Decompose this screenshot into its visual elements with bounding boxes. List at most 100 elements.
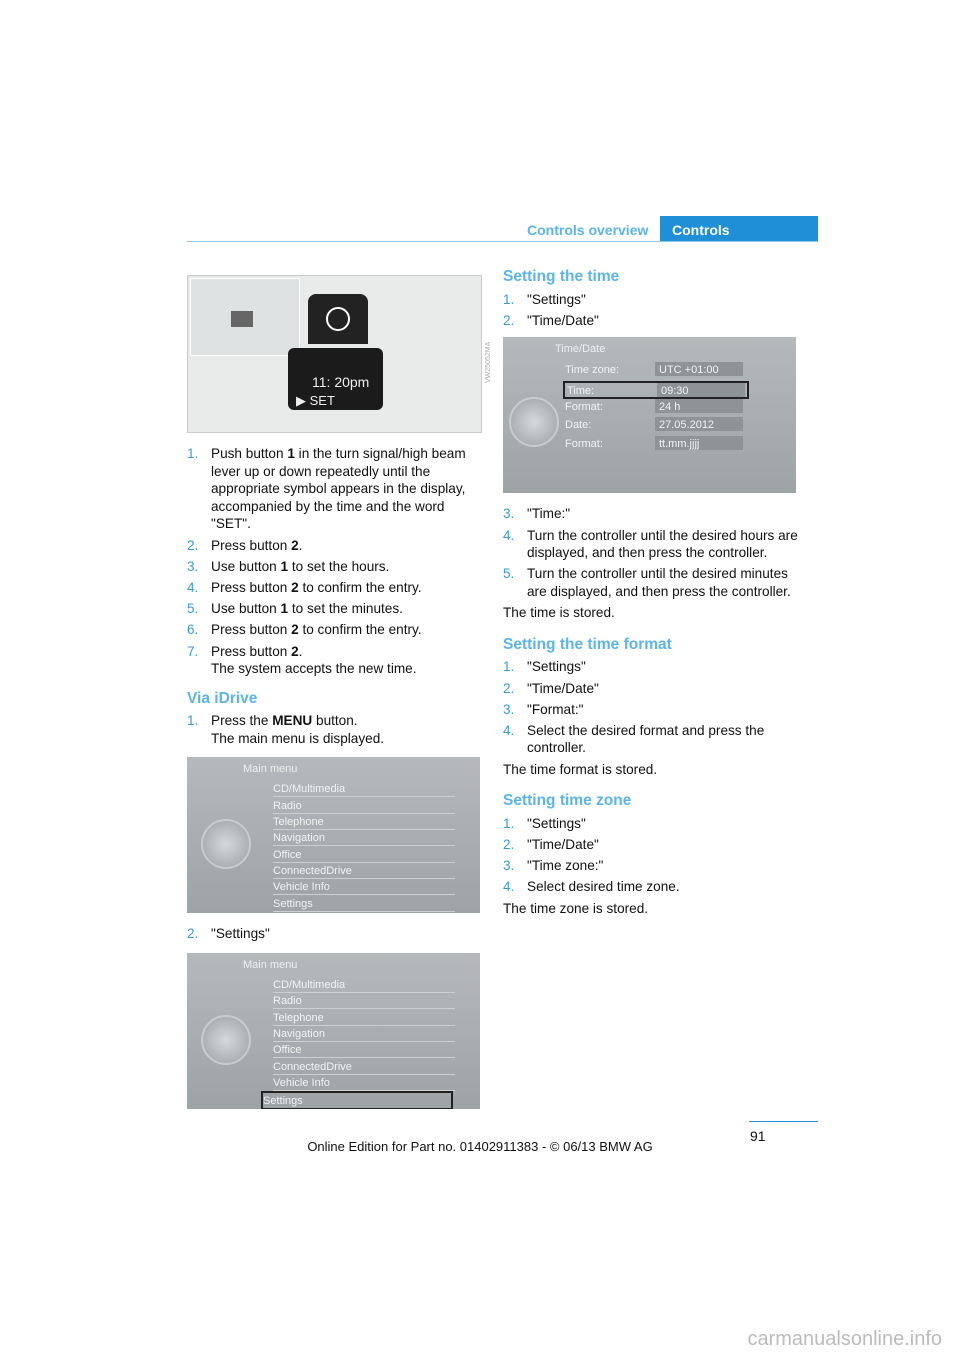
menu-item: Office xyxy=(273,847,455,863)
step-text: Press button 2 to confirm the entry. xyxy=(211,579,422,595)
step-text: Press button 2. xyxy=(211,537,303,553)
menu-item: Settings xyxy=(261,1091,453,1110)
clock-icon xyxy=(326,307,350,331)
controller-icon xyxy=(201,819,251,870)
step-number: 2. xyxy=(503,837,515,853)
list-step: 2. "Time/Date" xyxy=(503,836,798,854)
step-text: Select desired time zone. xyxy=(527,879,680,895)
menu-item: Radio xyxy=(273,993,455,1010)
step-number: 3. xyxy=(503,858,515,874)
menu-item: Telephone xyxy=(273,814,455,831)
step-text: Push button 1 in the turn signal/high be… xyxy=(211,446,466,532)
list-step: 5. Use button 1 to set the minutes. xyxy=(187,600,482,618)
step-number: 5. xyxy=(503,566,515,582)
menu-item: Telephone xyxy=(273,1010,455,1026)
step-text: "Time/Date" xyxy=(527,837,599,853)
step-text: "Settings" xyxy=(211,926,270,942)
step-number: 2. xyxy=(187,537,199,553)
menu-item: Navigation xyxy=(273,1026,455,1042)
step-text: Turn the controller until the desired ho… xyxy=(527,527,798,561)
watermark: carmanualsonline.info xyxy=(747,1328,942,1350)
menu-item: Vehicle Info xyxy=(273,1075,455,1091)
step-number: 2. xyxy=(503,312,515,328)
step-text: "Time:" xyxy=(527,506,571,522)
main-menu-settings-figure: Main menu CD/Multimedia Radio Telephone Navi… xyxy=(187,953,480,1110)
lever-icon xyxy=(231,311,253,327)
step-text: Use button 1 to set the hours. xyxy=(211,558,390,574)
step-number: 1. xyxy=(503,659,515,675)
time-format-heading: Setting the time format xyxy=(503,635,672,653)
list-step: 1. "Settings" xyxy=(503,815,798,833)
step-number: 3. xyxy=(187,558,199,574)
step-text: Press button 2. The system accepts the ne… xyxy=(211,643,417,677)
time-date-figure: Time/Date Time zone: UTC +01:00 Time: 09:30 F… xyxy=(503,337,796,494)
menu-item: Office xyxy=(273,1042,455,1059)
timedate-row: Date: 27.05.2012 xyxy=(563,417,745,432)
main-menu-figure: Main menu CD/Multimedia Radio Telephone Navi… xyxy=(187,757,480,914)
header-section: Controls overview xyxy=(527,222,649,238)
list-step: 3. "Time:" xyxy=(503,505,798,523)
step-text: "Format:" xyxy=(527,701,584,717)
step-number: 3. xyxy=(503,701,515,717)
display-time: 11: 20pm xyxy=(312,374,370,390)
step-text: Select the desired format and press the … xyxy=(527,722,765,756)
play-icon: ▶ xyxy=(296,393,310,408)
list-step: 1. "Settings" xyxy=(503,291,798,309)
right-column: Setting the time 1. "Settings" 2. "Time/Dat… xyxy=(503,268,798,921)
step-text: Turn the controller until the desired mi… xyxy=(527,566,791,599)
step-number: 7. xyxy=(187,643,199,659)
step-text: Press the MENU button. The main menu is d… xyxy=(211,713,385,746)
time-stored-text: The time is stored. xyxy=(503,605,615,621)
step-text: Use button 1 to set the minutes. xyxy=(211,601,403,617)
list-step: 2. Press button 2. xyxy=(187,537,482,555)
menu-item: Settings xyxy=(273,896,455,912)
list-step: 5. Turn the controller until the desired … xyxy=(503,565,798,600)
timedate-row: Format: tt.mm.jjjj xyxy=(563,435,745,450)
step-text: "Time/Date" xyxy=(527,680,599,696)
step-number: 4. xyxy=(503,879,515,895)
step-number: 6. xyxy=(187,622,199,638)
step-text: Press button 2 to confirm the entry. xyxy=(211,622,422,638)
list-step: 2. "Time/Date" xyxy=(503,680,798,698)
display-set: ▶ SET xyxy=(296,392,335,410)
timedate-row: Time: 09:30 xyxy=(563,380,749,399)
menu-title: Main menu xyxy=(243,959,298,972)
list-step: 3. Use button 1 to set the hours. xyxy=(187,558,482,576)
cluster-display: 11: 20pm ▶ SET xyxy=(288,348,383,410)
step-number: 2. xyxy=(503,680,515,696)
step-number: 5. xyxy=(187,601,199,617)
step-number: 4. xyxy=(503,722,515,738)
menu-item: CD/Multimedia xyxy=(273,781,455,798)
list-step: 4. Turn the controller until the desired … xyxy=(503,527,798,562)
step-number: 4. xyxy=(503,527,515,543)
step-text: "Settings" xyxy=(527,291,586,307)
step-number: 1. xyxy=(187,446,199,461)
time-zone-heading: Setting time zone xyxy=(503,792,632,810)
clock-steps: 1. Push button 1 in the turn signal/high … xyxy=(187,445,482,678)
manual-page: Controls overview Controls 11: 20pm ▶ SE… xyxy=(0,0,960,1358)
step-text: "Time/Date" xyxy=(527,312,599,328)
menu-item: CD/Multimedia xyxy=(273,977,455,994)
step-text: "Settings" xyxy=(527,815,586,831)
controller-icon xyxy=(201,1015,251,1066)
menu-item: Vehicle Info xyxy=(273,879,455,896)
list-step: 4. Select desired time zone. xyxy=(503,878,798,896)
menu-item: Radio xyxy=(273,798,455,814)
header-divider xyxy=(187,241,818,242)
list-step: 3. "Format:" xyxy=(503,701,798,719)
left-column: 11: 20pm ▶ SET VW25052MA 1. Push button 1… xyxy=(187,275,492,1121)
list-step: 7. Press button 2. The system accepts the … xyxy=(187,643,482,678)
setting-time-heading: Setting the time xyxy=(503,268,620,285)
step-text: "Settings" xyxy=(527,659,586,675)
list-step: 6. Press button 2 to confirm the entry. xyxy=(187,621,482,639)
step-text: "Time zone:" xyxy=(527,858,604,874)
zone-stored-text: The time zone is stored. xyxy=(503,900,649,916)
list-step: 3. "Time zone:" xyxy=(503,857,798,875)
controller-icon xyxy=(509,397,559,448)
list-step: 2. "Time/Date" xyxy=(503,312,798,330)
step-number: 4. xyxy=(187,579,199,595)
list-step: 4. Select the desired format and press th… xyxy=(503,722,798,757)
step-number: 1. xyxy=(187,713,199,729)
online-edition-text: Online Edition for Part no. 01402911383 … xyxy=(307,1139,653,1154)
header-tab: Controls xyxy=(660,216,818,242)
